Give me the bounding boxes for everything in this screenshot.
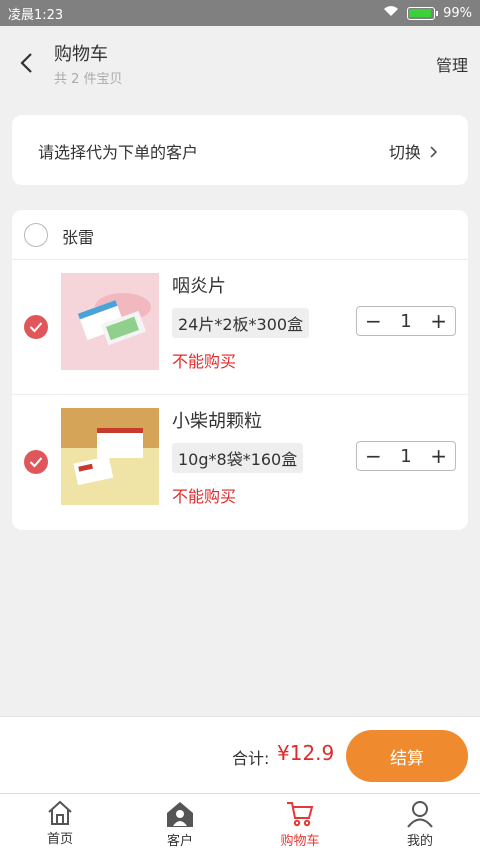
cart-group: 张雷 咽炎片 24片*2板*300盒 不能购买 − 1 + 小柴胡颗粒 10g*…	[12, 210, 468, 530]
checkout-bar: 合计: ¥12.9 结算	[0, 716, 480, 793]
increase-button[interactable]: +	[422, 309, 455, 333]
total-label: 合计:	[232, 749, 270, 768]
page-header: 购物车 共 2 件宝贝 管理	[0, 26, 480, 100]
tab-home[interactable]: 首页	[0, 794, 120, 853]
page-title: 购物车	[54, 44, 108, 65]
battery-icon	[407, 6, 439, 20]
select-all-checkbox[interactable]	[24, 223, 48, 247]
decrease-button[interactable]: −	[357, 309, 390, 333]
home-icon	[48, 800, 72, 825]
cart-icon	[287, 802, 314, 827]
tab-label: 客户	[166, 834, 193, 849]
quantity-value[interactable]: 1	[390, 446, 423, 467]
tab-profile[interactable]: 我的	[360, 794, 480, 853]
switch-customer-button[interactable]: 切换	[389, 139, 438, 163]
quantity-stepper: − 1 +	[356, 306, 456, 336]
chevron-right-icon	[426, 143, 438, 162]
bottom-tab-bar: 首页 客户 购物车 我的	[0, 793, 480, 853]
cart-item: 咽炎片 24片*2板*300盒 不能购买 − 1 +	[12, 260, 468, 395]
tab-label: 我的	[406, 834, 433, 849]
tab-label: 购物车	[280, 834, 320, 849]
check-icon	[29, 457, 43, 468]
battery-percent: 99%	[443, 5, 472, 21]
quantity-stepper: − 1 +	[356, 441, 456, 471]
decrease-button[interactable]: −	[357, 444, 390, 468]
cart-item: 小柴胡颗粒 10g*8袋*160盒 不能购买 − 1 +	[12, 395, 468, 530]
tab-cart[interactable]: 购物车	[240, 794, 360, 853]
check-icon	[29, 322, 43, 333]
switch-label: 切换	[388, 143, 421, 162]
total-price: ¥12.9	[277, 741, 335, 765]
quantity-value[interactable]: 1	[390, 311, 423, 332]
customer-icon	[167, 802, 193, 827]
purchase-warning: 不能购买	[172, 487, 237, 506]
customer-select-card[interactable]: 请选择代为下单的客户 切换	[12, 115, 468, 185]
customer-select-prompt: 请选择代为下单的客户	[38, 143, 199, 162]
item-checkbox-checked[interactable]	[24, 315, 48, 339]
product-name[interactable]: 咽炎片	[172, 272, 226, 298]
wifi-icon	[383, 5, 399, 21]
customer-row: 张雷	[12, 210, 468, 260]
product-image[interactable]	[61, 408, 159, 505]
profile-icon	[407, 801, 433, 828]
tab-customer[interactable]: 客户	[120, 794, 240, 853]
manage-button[interactable]: 管理	[436, 52, 468, 76]
increase-button[interactable]: +	[422, 444, 455, 468]
checkout-button[interactable]: 结算	[346, 730, 468, 782]
product-image[interactable]	[61, 273, 159, 370]
status-bar: 凌晨1:23 99%	[0, 0, 480, 26]
product-spec: 24片*2板*300盒	[172, 308, 310, 338]
customer-name: 张雷	[62, 228, 95, 247]
item-checkbox-checked[interactable]	[24, 450, 48, 474]
tab-label: 首页	[46, 832, 73, 847]
product-name[interactable]: 小柴胡颗粒	[172, 407, 262, 433]
product-spec: 10g*8袋*160盒	[172, 443, 304, 473]
status-time: 凌晨1:23	[8, 7, 64, 23]
purchase-warning: 不能购买	[172, 352, 237, 371]
back-button[interactable]	[14, 48, 38, 78]
item-count: 共 2 件宝贝	[54, 72, 123, 87]
